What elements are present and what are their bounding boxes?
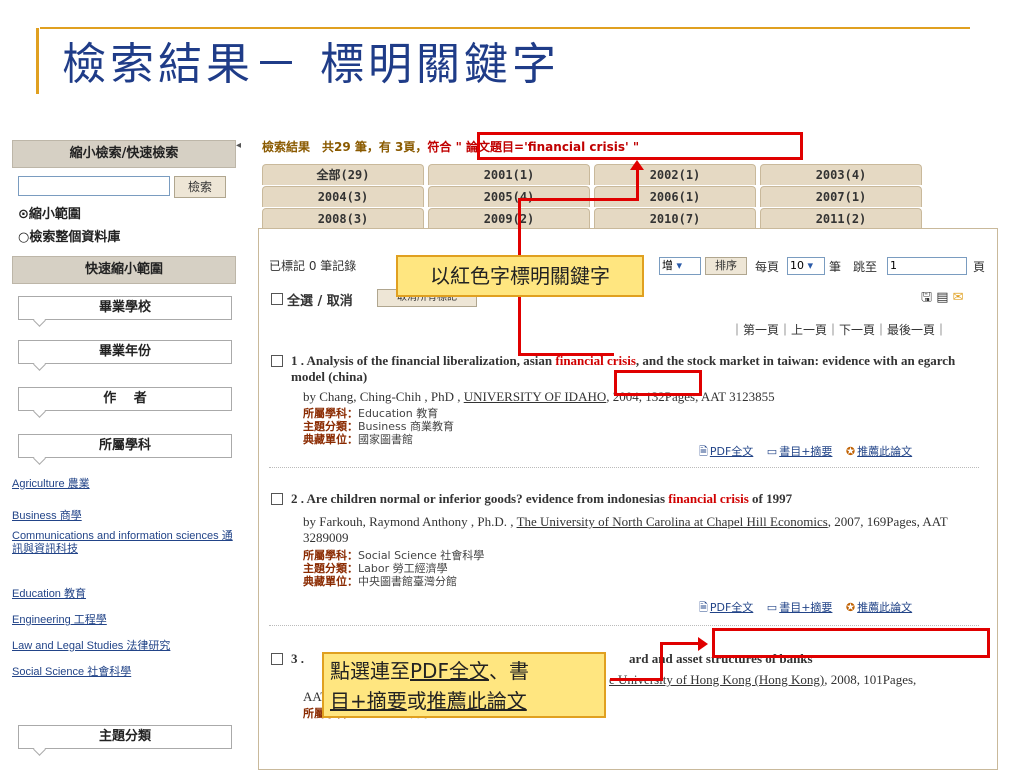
- record-holder: 典藏單位：國家圖書館: [303, 433, 413, 446]
- record-holder: 典藏單位：中央圖書館臺灣分館: [303, 575, 457, 588]
- subject-list: Agriculture 農業 Business 商學 Communication…: [12, 474, 236, 704]
- email-icon[interactable]: ✉: [953, 290, 964, 305]
- facet-subject[interactable]: 所屬學科: [18, 434, 232, 458]
- subject-link-education[interactable]: Education 教育: [12, 588, 234, 601]
- subject-link-engineering[interactable]: Engineering 工程學: [12, 614, 234, 627]
- recommend-link[interactable]: 推薦此論文: [857, 445, 912, 458]
- radio-narrow-scope[interactable]: ⊙縮小範圍: [18, 203, 81, 222]
- school-link[interactable]: UNIVERSITY OF IDAHO: [464, 389, 607, 404]
- sort-button[interactable]: 排序: [705, 257, 747, 275]
- facet-topic[interactable]: 主題分類: [18, 725, 232, 749]
- annotation-line: [660, 642, 663, 680]
- sidebar-search-button[interactable]: 檢索: [174, 176, 226, 198]
- record-checkbox[interactable]: [271, 355, 283, 367]
- pdf-icon: 🗎: [699, 445, 708, 458]
- record-number: 3 .: [291, 651, 304, 666]
- annotation-line: [636, 168, 639, 201]
- select-all-checkbox[interactable]: [271, 293, 283, 305]
- tab-2001[interactable]: 2001(1): [428, 164, 590, 185]
- pdf-icon: 🗎: [699, 601, 708, 614]
- per-page-unit: 筆: [829, 260, 842, 274]
- keyword-red-box: [614, 370, 702, 396]
- marked-count: 已標記 0 筆記錄: [269, 259, 357, 273]
- record-separator: [269, 625, 979, 626]
- record-byline: by Farkouh, Raymond Anthony , Ph.D. , Th…: [303, 514, 948, 545]
- book-icon: ▭: [766, 601, 778, 614]
- jump-page-input[interactable]: 1: [887, 257, 967, 275]
- jump-unit: 頁: [973, 260, 986, 274]
- annotation-arrow-right: [698, 637, 708, 651]
- facet-author[interactable]: 作 者: [18, 387, 232, 411]
- title-accent-bar: [36, 28, 39, 94]
- annotation-line: [660, 642, 700, 645]
- facet-school[interactable]: 畢業學校: [18, 296, 232, 320]
- record-actions: 🗎 PDF全文 ▭ 書目+摘要 ✪ 推薦此論文: [699, 443, 912, 462]
- quick-narrow-header: 快速縮小範圍: [12, 256, 236, 284]
- query-highlight-box: [477, 132, 803, 160]
- tab-all[interactable]: 全部(29): [262, 164, 424, 185]
- tab-2004[interactable]: 2004(3): [262, 186, 424, 207]
- book-icon: ▭: [766, 445, 778, 458]
- per-page-label: 每頁: [755, 260, 780, 274]
- sidebar-collapse-icon[interactable]: ◂: [236, 140, 241, 151]
- tab-2009[interactable]: 2009(2): [428, 208, 590, 229]
- tab-2003[interactable]: 2003(4): [760, 164, 922, 185]
- record-field: 所屬學科：Social Science 社會科學: [303, 549, 485, 562]
- subject-link-business[interactable]: Business 商學: [12, 510, 234, 523]
- facet-year[interactable]: 畢業年份: [18, 340, 232, 364]
- print-icon[interactable]: ▤: [936, 290, 948, 305]
- record-actions: 🗎 PDF全文 ▭ 書目+摘要 ✪ 推薦此論文: [699, 599, 912, 618]
- pagination[interactable]: ｜第一頁｜上一頁｜下一頁｜最後一頁｜: [731, 321, 947, 338]
- recommend-icon: ✪: [845, 445, 856, 458]
- record-field: 所屬學科：Education 教育: [303, 407, 439, 420]
- tab-2011[interactable]: 2011(2): [760, 208, 922, 229]
- sidebar-search-input[interactable]: [18, 176, 170, 196]
- tab-2010[interactable]: 2010(7): [594, 208, 756, 229]
- subject-link-communications[interactable]: Communications and information sciences …: [12, 530, 234, 556]
- record-title[interactable]: 2 . Are children normal or inferior good…: [291, 491, 981, 507]
- chevron-down-icon: ▾: [807, 259, 814, 272]
- recommend-link[interactable]: 推薦此論文: [857, 601, 912, 614]
- record-topic: 主題分類：Business 商業教育: [303, 420, 455, 433]
- callout-keyword-highlight: 以紅色字標明關鍵字: [396, 255, 644, 297]
- save-icon[interactable]: 🖫: [921, 290, 932, 305]
- tab-2002[interactable]: 2002(1): [594, 164, 756, 185]
- annotation-line: [518, 198, 638, 201]
- sidebar: 縮小檢索/快速檢索 檢索 ⊙縮小範圍 ○檢索整個資料庫 快速縮小範圍 畢業學校 …: [0, 140, 240, 768]
- toolbar-icons: 🖫 ▤ ✉: [921, 288, 964, 310]
- tab-2006[interactable]: 2006(1): [594, 186, 756, 207]
- per-page-select[interactable]: 10 ▾: [787, 257, 825, 275]
- narrow-search-header: 縮小檢索/快速檢索: [12, 140, 236, 168]
- recommend-icon: ✪: [845, 601, 856, 614]
- record-separator: [269, 467, 979, 468]
- pdf-fulltext-link[interactable]: PDF全文: [710, 445, 753, 458]
- annotation-arrow-up: [630, 160, 644, 170]
- record-checkbox[interactable]: [271, 493, 283, 505]
- abstract-link[interactable]: 書目+摘要: [779, 445, 832, 458]
- tab-2005[interactable]: 2005(4): [428, 186, 590, 207]
- record-topic: 主題分類：Labor 勞工經濟學: [303, 562, 448, 575]
- abstract-link[interactable]: 書目+摘要: [779, 601, 832, 614]
- radio-whole-database[interactable]: ○檢索整個資料庫: [18, 226, 120, 245]
- annotation-line: [610, 678, 663, 681]
- slide-title: 檢索結果－ 標明關鍵字: [62, 39, 560, 90]
- annotation-line: [518, 353, 614, 356]
- subject-link-social-science[interactable]: Social Science 社會科學: [12, 666, 234, 679]
- actions-red-box: [712, 628, 990, 658]
- chevron-down-icon: ▾: [676, 259, 683, 272]
- tab-2007[interactable]: 2007(1): [760, 186, 922, 207]
- record-checkbox[interactable]: [271, 653, 283, 665]
- tab-2008[interactable]: 2008(3): [262, 208, 424, 229]
- keyword-highlight: financial crisis: [668, 491, 749, 506]
- school-link[interactable]: The University of North Carolina at Chap…: [517, 514, 828, 529]
- jump-label: 跳至: [853, 260, 878, 274]
- subject-link-agriculture[interactable]: Agriculture 農業: [12, 478, 234, 491]
- pdf-fulltext-link[interactable]: PDF全文: [710, 601, 753, 614]
- callout-action-links: 點選連至PDF全文、書 目+摘要或推薦此論文: [322, 652, 606, 718]
- subject-link-law[interactable]: Law and Legal Studies 法律研究: [12, 640, 234, 653]
- select-all-label: 全選 / 取消: [287, 294, 353, 309]
- sort-order-select[interactable]: 增 ▾: [659, 257, 701, 275]
